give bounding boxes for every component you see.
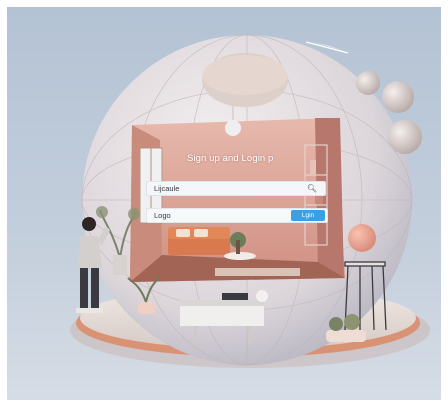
search-input-value: Lijcaule	[154, 184, 180, 193]
login-input[interactable]: Logo Lgin	[146, 208, 328, 223]
search-icon[interactable]: 🔍︎	[307, 184, 317, 194]
search-input[interactable]: Lijcaule 🔍︎	[146, 181, 326, 196]
login-button[interactable]: Lgin	[291, 210, 325, 221]
login-input-value: Logo	[154, 211, 171, 220]
scene-illustration	[0, 0, 448, 407]
page-title: Sign up and Login p	[187, 153, 274, 164]
login-screen: Sign up and Login p Lijcaule 🔍︎ Logo Lgi…	[0, 0, 448, 407]
